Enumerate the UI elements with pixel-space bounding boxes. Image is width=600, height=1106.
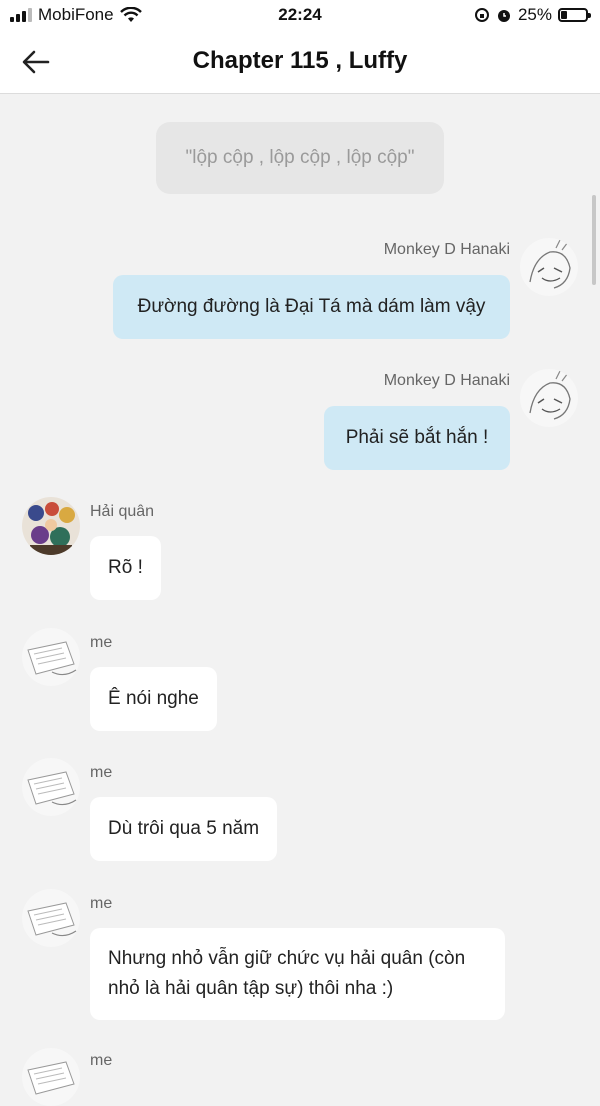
message-bubble[interactable]: Phải sẽ bắt hắn ! — [324, 406, 510, 470]
note-avatar-icon — [27, 641, 77, 676]
alarm-icon — [497, 10, 510, 22]
status-bar: MobiFone 22:24 25% — [0, 0, 600, 32]
message-bubble[interactable]: Rõ ! — [90, 536, 161, 600]
page-title: Chapter 115 , Luffy — [192, 47, 408, 74]
group-avatar-icon — [22, 497, 80, 555]
narration-bubble: "lộp cộp , lộp cộp , lộp cộp" — [156, 122, 444, 194]
avatar[interactable] — [22, 758, 80, 816]
battery-percent: 25% — [517, 5, 552, 24]
avatar[interactable] — [22, 628, 80, 686]
sender-name: Monkey D Hanaki — [383, 372, 510, 389]
message-bubble[interactable]: Nhưng nhỏ vẫn giữ chức vụ hải quân (còn … — [90, 928, 505, 1020]
note-avatar-icon — [27, 902, 77, 937]
note-avatar-icon — [27, 1061, 75, 1095]
message-bubble[interactable]: Dù trôi qua 5 năm — [90, 797, 278, 861]
message-bubble[interactable]: Ê nói nghe — [90, 667, 217, 731]
battery-icon — [558, 8, 591, 22]
sender-name: me — [90, 1052, 113, 1069]
sender-name: me — [90, 895, 113, 912]
avatar[interactable] — [520, 238, 578, 296]
rotation-lock-icon — [474, 8, 489, 22]
sketch-avatar-icon — [529, 239, 571, 289]
sketch-avatar-icon — [529, 370, 571, 420]
avatar[interactable] — [22, 889, 80, 947]
avatar[interactable] — [22, 1048, 80, 1106]
app-header: Chapter 115 , Luffy — [0, 32, 600, 94]
note-avatar-icon — [27, 771, 77, 806]
avatar[interactable] — [520, 369, 578, 427]
sender-name: me — [90, 764, 113, 781]
scrollbar[interactable] — [592, 195, 596, 285]
avatar[interactable] — [22, 497, 80, 555]
sender-name: Hải quân — [90, 503, 155, 520]
message-bubble[interactable]: Đường đường là Đại Tá mà dám làm vậy — [113, 275, 510, 339]
sender-name: Monkey D Hanaki — [383, 241, 510, 258]
sender-name: me — [90, 634, 113, 651]
battery-fill — [561, 11, 567, 19]
